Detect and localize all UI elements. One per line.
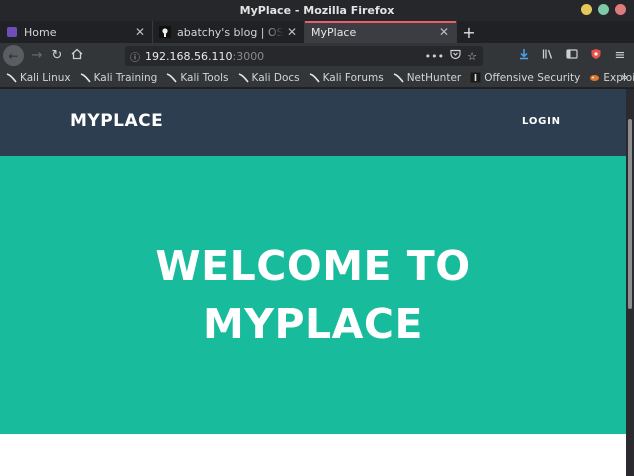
exploit-db-icon (589, 72, 600, 83)
reload-button[interactable]: ↻ (47, 46, 67, 66)
tab-blog[interactable]: abatchy's blog | OSCP-like ✕ (153, 21, 305, 43)
nav-toolbar: ← → ↻ ⓘ 192.168.56.110 :3000 ••• ☆ ≡ (0, 43, 634, 68)
blog-favicon-icon (159, 26, 171, 38)
bookmark-label: Kali Forums (322, 71, 384, 84)
page-actions-icon[interactable]: ••• (425, 50, 444, 63)
login-link[interactable]: LOGIN (522, 116, 561, 127)
window-title: MyPlace - Mozilla Firefox (239, 4, 395, 17)
url-port: :3000 (232, 49, 265, 63)
window-controls (581, 4, 626, 15)
reload-icon: ↻ (51, 48, 63, 63)
library-button[interactable] (538, 46, 558, 66)
bookmark-label: Offensive Security (484, 71, 581, 84)
scrollbar-thumb[interactable] (628, 119, 632, 309)
kali-dragon-icon (309, 72, 320, 83)
forward-button[interactable]: → (27, 46, 47, 66)
close-window-button[interactable] (615, 4, 626, 15)
kali-dragon-icon (238, 72, 249, 83)
bookmark-nethunter[interactable]: NetHunter (393, 71, 462, 84)
library-icon (542, 48, 554, 64)
extension-button[interactable] (586, 46, 606, 66)
sidebar-button[interactable] (562, 46, 582, 66)
kali-dragon-icon (166, 72, 177, 83)
close-tab-icon[interactable]: ✕ (436, 25, 452, 39)
hero-title: WELCOME TO MYPLACE (155, 242, 471, 348)
hero-section: WELCOME TO MYPLACE (0, 156, 626, 434)
bookmark-label: NetHunter (406, 71, 462, 84)
kali-dragon-icon (393, 72, 404, 83)
menu-button[interactable]: ≡ (610, 46, 630, 66)
site-brand[interactable]: MYPLACE (70, 111, 163, 131)
url-host: 192.168.56.110 (145, 49, 233, 63)
downloads-button[interactable] (514, 46, 534, 66)
sidebar-icon (566, 48, 578, 64)
url-actions: ••• ☆ (425, 49, 483, 63)
forward-arrow-icon: → (31, 48, 43, 63)
bookmark-label: Kali Tools (180, 71, 229, 84)
tab-strip: Home ✕ abatchy's blog | OSCP-like ✕ MyPl… (0, 21, 634, 43)
close-tab-icon[interactable]: ✕ (284, 25, 300, 39)
bookmark-star-icon[interactable]: ☆ (467, 50, 477, 63)
info-icon[interactable]: ⓘ (125, 49, 145, 64)
pocket-icon[interactable] (450, 49, 461, 63)
new-tab-button[interactable]: + (457, 21, 481, 43)
download-arrow-icon (518, 48, 530, 64)
bookmark-kali-linux[interactable]: Kali Linux (6, 72, 71, 84)
bookmark-label: Kali Docs (251, 71, 300, 84)
bookmark-offensive-security[interactable]: Offensive Security (470, 72, 580, 84)
bookmark-label: Kali Linux (20, 71, 71, 84)
site-header: MYPLACE LOGIN (0, 89, 626, 156)
toolbar-right: ≡ (514, 43, 634, 68)
purple-square-icon (6, 26, 18, 38)
shield-icon (590, 48, 602, 64)
tab-title: Home (24, 25, 57, 39)
tab-home[interactable]: Home ✕ (0, 21, 153, 43)
bookmarks-overflow-icon[interactable]: » (621, 70, 628, 84)
offsec-icon (470, 72, 481, 83)
maximize-button[interactable] (598, 4, 609, 15)
bookmark-kali-training[interactable]: Kali Training (80, 71, 158, 84)
page-scrollbar[interactable] (626, 89, 634, 476)
bookmark-kali-tools[interactable]: Kali Tools (166, 71, 229, 84)
kali-dragon-icon (80, 72, 91, 83)
url-bar[interactable]: ⓘ 192.168.56.110 :3000 ••• ☆ (125, 46, 483, 66)
bookmark-label: Kali Training (93, 71, 158, 84)
bookmarks-toolbar: Kali Linux Kali Training Kali Tools Kali… (0, 68, 634, 88)
web-page: MYPLACE LOGIN WELCOME TO MYPLACE (0, 89, 626, 476)
back-button[interactable]: ← (3, 45, 24, 66)
window-titlebar: MyPlace - Mozilla Firefox (0, 0, 634, 21)
bookmark-label: Exploit-DB (603, 71, 634, 84)
bookmark-kali-forums[interactable]: Kali Forums (309, 72, 384, 84)
bookmark-kali-docs[interactable]: Kali Docs (238, 72, 300, 84)
tab-myplace[interactable]: MyPlace ✕ (305, 21, 457, 43)
plus-icon: + (462, 22, 476, 42)
home-icon (71, 48, 83, 64)
kali-dragon-icon (6, 72, 17, 83)
back-arrow-icon: ← (8, 48, 19, 63)
hamburger-menu-icon: ≡ (614, 48, 626, 63)
close-tab-icon[interactable]: ✕ (132, 25, 148, 39)
tab-title: MyPlace (311, 25, 357, 39)
tab-title: abatchy's blog | OSCP-like (177, 25, 284, 39)
minimize-button[interactable] (581, 4, 592, 15)
home-button[interactable] (67, 46, 87, 66)
